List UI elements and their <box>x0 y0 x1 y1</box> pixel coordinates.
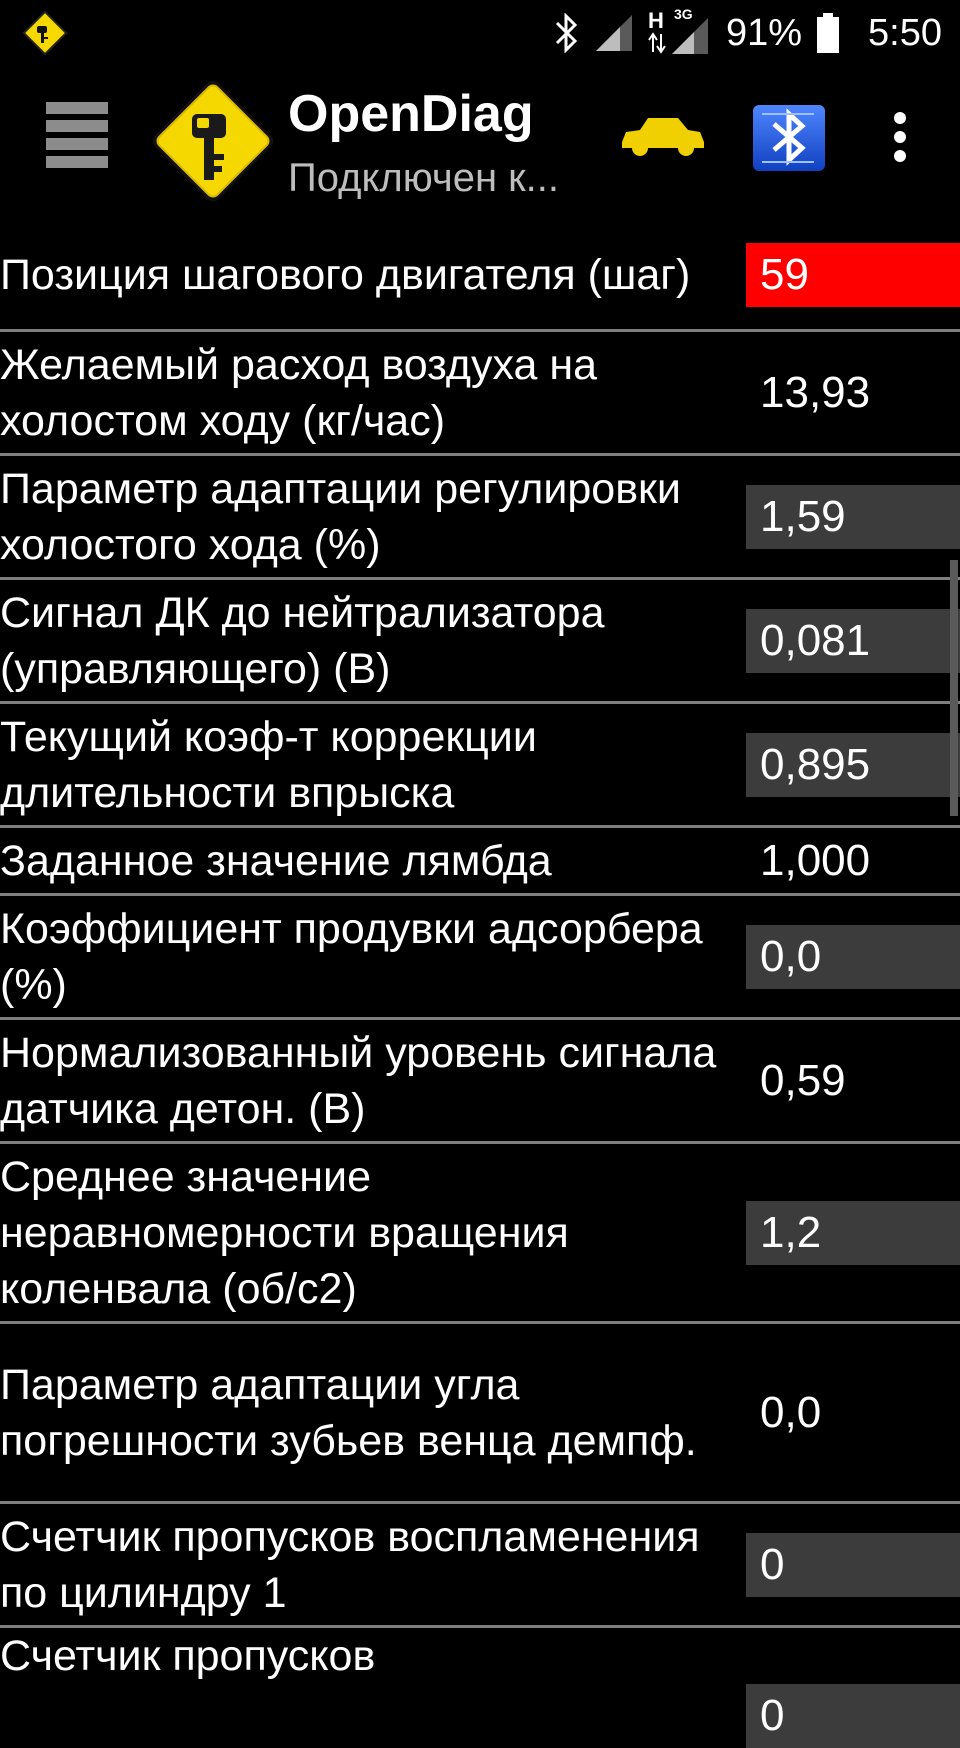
parameter-label: Нормализованный уровень сигнала датчика … <box>0 1028 717 1133</box>
parameter-row[interactable]: Среднее значение неравномерности вращени… <box>0 1144 960 1324</box>
parameter-row[interactable]: Параметр адаптации регулировки холостого… <box>0 456 960 580</box>
mobile-data-icon: H 3G <box>647 6 712 56</box>
car-icon[interactable] <box>618 112 706 158</box>
parameter-value-box: 0 <box>746 1684 960 1748</box>
menu-icon[interactable] <box>46 102 110 174</box>
parameter-label: Параметр адаптации угла погрешности зубь… <box>0 1360 697 1465</box>
parameter-value-box: 0,895 <box>746 732 960 797</box>
status-bar: H 3G 91% 5:50 <box>0 0 960 66</box>
clock: 5:50 <box>868 11 942 54</box>
battery-percent: 91% <box>725 11 803 54</box>
parameter-value: 1,000 <box>760 835 871 885</box>
parameter-value-box: 0,0 <box>746 924 960 989</box>
parameter-row[interactable]: Коэффициент продувки адсорбера (%) 0,0 <box>0 896 960 1020</box>
parameter-value-box: 1,2 <box>746 1200 960 1265</box>
network-type-h: H <box>647 8 664 33</box>
status-indicators: H 3G 91% 5:50 <box>554 6 942 58</box>
parameter-row[interactable]: Сигнал ДК до нейтрализатора (управляющег… <box>0 580 960 704</box>
parameter-label: Сигнал ДК до нейтрализатора (управляющег… <box>0 588 605 693</box>
parameter-label: Текущий коэф-т коррекции длительности вп… <box>0 712 537 817</box>
parameter-value-box: 0,59 <box>746 1049 960 1113</box>
parameter-row[interactable]: Параметр адаптации угла погрешности зубь… <box>0 1324 960 1504</box>
parameter-value: 13,93 <box>760 367 871 417</box>
parameter-value: 0,895 <box>760 739 871 789</box>
parameter-label: Счетчик пропусков воспламенения по цилин… <box>0 1512 700 1617</box>
parameter-row[interactable]: Счетчик пропусков 0 <box>0 1628 960 1748</box>
parameter-list[interactable]: Позиция шагового двигателя (шаг) 59 Желаем… <box>0 220 960 1748</box>
parameter-label: Среднее значение неравномерности вращени… <box>0 1152 569 1313</box>
parameter-value-box: 0,081 <box>746 608 960 673</box>
app-title: OpenDiag <box>288 85 534 143</box>
parameter-label: Заданное значение лямбда <box>0 836 552 885</box>
parameter-value: 0,0 <box>760 1387 822 1437</box>
parameter-value: 1,59 <box>760 491 846 541</box>
parameter-value: 59 <box>760 249 809 299</box>
opendiag-notification-icon <box>22 10 68 56</box>
parameter-value-box: 1,000 <box>746 829 960 893</box>
parameter-row[interactable]: Текущий коэф-т коррекции длительности вп… <box>0 704 960 828</box>
parameter-value: 0,59 <box>760 1055 846 1105</box>
parameter-row[interactable]: Заданное значение лямбда 1,000 <box>0 828 960 896</box>
parameter-row[interactable]: Нормализованный уровень сигнала датчика … <box>0 1020 960 1144</box>
parameter-value-box: 0 <box>746 1532 960 1597</box>
parameter-value-box: 0,0 <box>746 1381 960 1445</box>
opendiag-logo-icon[interactable] <box>146 74 280 208</box>
parameter-value: 0,0 <box>760 931 822 981</box>
data-arrows-icon <box>648 32 666 54</box>
parameter-value: 1,2 <box>760 1207 822 1257</box>
parameter-row[interactable]: Желаемый расход воздуха на холостом ходу… <box>0 332 960 456</box>
bluetooth-icon <box>555 13 578 53</box>
parameter-label: Позиция шагового двигателя (шаг) <box>0 250 691 299</box>
parameter-label: Желаемый расход воздуха на холостом ходу… <box>0 340 598 445</box>
signal-icon <box>595 15 632 51</box>
parameter-value: 0,081 <box>760 615 871 665</box>
parameter-value: 0 <box>760 1691 785 1740</box>
parameter-label: Коэффициент продувки адсорбера (%) <box>0 904 703 1009</box>
overflow-menu-icon[interactable] <box>890 112 910 168</box>
battery-icon <box>817 13 840 53</box>
parameter-label: Счетчик пропусков <box>0 1632 376 1680</box>
parameter-label: Параметр адаптации регулировки холостого… <box>0 464 681 569</box>
parameter-row[interactable]: Позиция шагового двигателя (шаг) 59 <box>0 220 960 332</box>
parameter-value-alert-box: 59 <box>746 242 960 307</box>
parameter-value-box: 1,59 <box>746 484 960 549</box>
parameter-value: 0 <box>760 1539 785 1589</box>
signal-3g-icon <box>671 18 708 54</box>
scrollbar[interactable] <box>950 560 958 816</box>
parameter-row[interactable]: Счетчик пропусков воспламенения по цилин… <box>0 1504 960 1628</box>
partial-row-fragment <box>0 192 9 220</box>
elm327-bluetooth-icon[interactable] <box>752 104 826 172</box>
parameter-value-box: 13,93 <box>746 361 960 425</box>
